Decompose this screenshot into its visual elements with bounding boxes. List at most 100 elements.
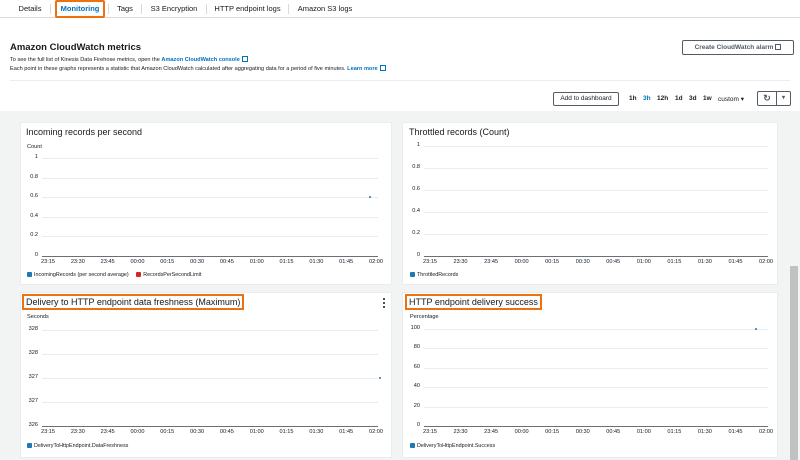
x-tick-label: 00:30 bbox=[575, 259, 590, 265]
tab-divider bbox=[50, 4, 51, 14]
tab-divider bbox=[206, 4, 207, 14]
tab-divider bbox=[288, 4, 289, 14]
data-point bbox=[378, 377, 381, 379]
description-line-1: To see the full list of Kinesis Data Fir… bbox=[10, 56, 248, 63]
x-axis bbox=[42, 256, 378, 257]
x-tick-label: 00:45 bbox=[606, 259, 621, 265]
create-alarm-label: Create CloudWatch alarm bbox=[694, 44, 774, 51]
x-tick-label: 00:15 bbox=[160, 259, 175, 265]
add-to-dashboard-button[interactable]: Add to dashboard bbox=[553, 92, 619, 106]
legend-swatch bbox=[27, 272, 32, 277]
tab-tags[interactable]: Tags bbox=[112, 0, 138, 18]
y-tick-label: 0.8 bbox=[30, 173, 38, 180]
x-tick-label: 23:30 bbox=[453, 429, 468, 435]
x-tick-label: 00:30 bbox=[190, 259, 205, 265]
x-tick-label: 00:00 bbox=[514, 259, 529, 265]
legend-label: DeliveryToHttpEndpoint.DataFreshness bbox=[34, 443, 129, 449]
tab-http-endpoint-logs[interactable]: HTTP endpoint logs bbox=[210, 0, 285, 18]
x-tick-label: 01:00 bbox=[249, 429, 264, 435]
x-tick-label: 01:30 bbox=[309, 259, 324, 265]
x-tick-label: 23:45 bbox=[100, 429, 115, 435]
y-tick-label: 0.2 bbox=[30, 232, 38, 239]
cloudwatch-console-link[interactable]: Amazon CloudWatch console bbox=[161, 57, 239, 63]
chart-legend: IncomingRecords (per second average) Rec… bbox=[27, 272, 201, 278]
y-tick-label: 0.8 bbox=[412, 164, 420, 170]
x-tick-label: 23:45 bbox=[484, 259, 499, 265]
range-1h[interactable]: 1h bbox=[629, 95, 637, 102]
panel-title: Throttled records (Count) bbox=[409, 127, 510, 137]
x-tick-label: 23:45 bbox=[100, 259, 115, 265]
range-custom-dropdown[interactable]: custom ▾ bbox=[718, 95, 744, 103]
x-tick-label: 23:30 bbox=[70, 259, 85, 265]
gridline bbox=[42, 177, 378, 179]
y-tick-label: 60 bbox=[413, 363, 420, 370]
range-1d[interactable]: 1d bbox=[675, 95, 683, 102]
x-tick-label: 01:15 bbox=[667, 259, 682, 265]
chart-legend: DeliveryToHttpEndpoint.Success bbox=[410, 443, 495, 449]
gridline bbox=[424, 190, 768, 191]
x-tick-label: 00:30 bbox=[575, 429, 590, 435]
x-tick-label: 00:15 bbox=[545, 429, 560, 435]
x-tick-label: 23:15 bbox=[423, 259, 437, 265]
learn-more-link[interactable]: Learn more bbox=[347, 66, 377, 72]
range-12h[interactable]: 12h bbox=[657, 95, 668, 102]
y-tick-label: 0.6 bbox=[30, 193, 38, 200]
scrollbar-thumb[interactable] bbox=[790, 266, 798, 460]
y-tick-label: 327 bbox=[28, 374, 38, 380]
legend-label: IncomingRecords (per second average) bbox=[34, 272, 129, 278]
data-point bbox=[754, 328, 757, 330]
tab-divider bbox=[141, 4, 142, 14]
y-tick-label: 0.6 bbox=[412, 186, 420, 192]
x-tick-label: 00:00 bbox=[130, 259, 145, 265]
x-axis bbox=[424, 256, 768, 257]
gridline bbox=[42, 236, 378, 238]
tab-monitoring[interactable]: Monitoring bbox=[55, 0, 105, 18]
x-tick-label: 01:15 bbox=[667, 429, 682, 435]
y-tick-label: 0.4 bbox=[412, 208, 420, 214]
y-axis-unit: Percentage bbox=[410, 314, 439, 320]
y-axis-unit: Count bbox=[27, 144, 42, 150]
more-vertical-icon[interactable] bbox=[381, 298, 387, 308]
refresh-icon[interactable]: ↻ bbox=[758, 92, 777, 105]
create-alarm-button[interactable]: Create CloudWatch alarm bbox=[682, 40, 794, 55]
panel-title: Delivery to HTTP endpoint data freshness… bbox=[22, 294, 245, 310]
tab-s3-encryption[interactable]: S3 Encryption bbox=[146, 0, 202, 18]
x-tick-label: 01:45 bbox=[339, 259, 354, 265]
gridline bbox=[42, 354, 378, 355]
y-tick-label: 326 bbox=[28, 422, 38, 428]
y-tick-label: 20 bbox=[413, 402, 420, 409]
gridline bbox=[424, 212, 768, 213]
gridline bbox=[424, 387, 768, 389]
external-link-icon bbox=[241, 56, 248, 62]
x-tick-label: 00:00 bbox=[130, 429, 145, 435]
y-tick-label: 327 bbox=[28, 398, 38, 404]
x-tick-label: 01:30 bbox=[697, 429, 712, 435]
gridline bbox=[42, 378, 378, 379]
chart-legend: ThrottledRecords bbox=[410, 272, 458, 278]
y-tick-label: 0.4 bbox=[30, 212, 38, 219]
tab-amazon-s3-logs[interactable]: Amazon S3 logs bbox=[292, 0, 358, 18]
gridline bbox=[42, 158, 378, 159]
x-tick-label: 23:30 bbox=[70, 429, 85, 435]
y-axis-unit: Seconds bbox=[27, 314, 49, 320]
legend-label: DeliveryToHttpEndpoint.Success bbox=[417, 443, 496, 449]
legend-swatch bbox=[136, 272, 142, 277]
x-tick-label: 01:00 bbox=[636, 259, 651, 265]
y-tick-label: 0 bbox=[416, 252, 420, 258]
x-axis bbox=[42, 426, 378, 427]
x-tick-label: 01:00 bbox=[636, 429, 651, 435]
range-1w[interactable]: 1w bbox=[703, 95, 712, 102]
x-tick-label: 23:45 bbox=[484, 429, 499, 435]
description-line-2: Each point in these graphs represents a … bbox=[10, 65, 386, 72]
x-tick-label: 23:15 bbox=[423, 429, 437, 435]
y-tick-label: 1 bbox=[416, 142, 420, 148]
x-tick-label: 02:00 bbox=[759, 429, 773, 435]
tab-details[interactable]: Details bbox=[12, 0, 48, 18]
range-custom-label: custom bbox=[718, 96, 739, 103]
chevron-down-icon[interactable]: ▾ bbox=[777, 92, 790, 105]
y-tick-label: 0 bbox=[34, 252, 38, 258]
range-3h[interactable]: 3h bbox=[643, 95, 651, 102]
gridline bbox=[424, 329, 768, 330]
range-3d[interactable]: 3d bbox=[689, 95, 697, 102]
external-link-icon bbox=[775, 44, 782, 50]
